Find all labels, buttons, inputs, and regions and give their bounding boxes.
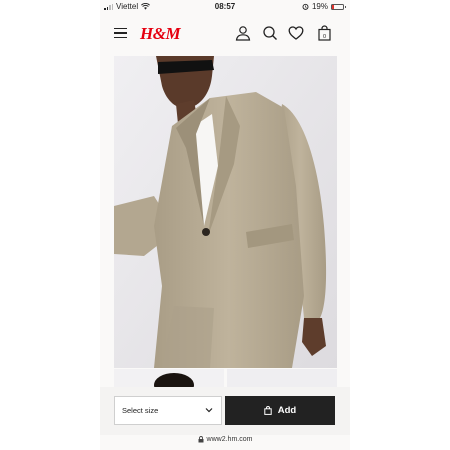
hamburger-menu-icon[interactable] — [114, 28, 127, 38]
bag-count: 0 — [323, 34, 326, 40]
thumbnail-strip — [114, 369, 337, 387]
battery-percent: 19% — [311, 2, 328, 11]
url-text: www2.hm.com — [206, 436, 253, 443]
purchase-bar: Select size Add — [100, 387, 350, 435]
hm-logo[interactable]: H&M — [140, 24, 181, 44]
status-right: 19% — [302, 2, 346, 11]
add-button-label: Add — [277, 405, 297, 416]
product-image[interactable] — [114, 56, 337, 368]
heart-icon[interactable] — [288, 25, 304, 41]
status-bar: Viettel 08:57 19% — [100, 0, 350, 14]
bag-icon[interactable]: 0 — [317, 25, 332, 41]
search-icon[interactable] — [262, 25, 278, 41]
app-header: H&M 0 — [100, 18, 350, 48]
model-hair-thumbnail[interactable] — [114, 369, 337, 387]
account-icon[interactable] — [235, 25, 251, 41]
size-select-label: Select size — [122, 406, 159, 415]
lock-icon — [198, 436, 204, 443]
chevron-down-icon — [205, 408, 213, 413]
alarm-icon — [302, 3, 309, 10]
battery-fill — [332, 4, 335, 9]
phone-screen: Viettel 08:57 19% H&M 0 Select size Add … — [100, 0, 350, 450]
add-to-bag-button[interactable]: Add — [225, 396, 335, 425]
size-select[interactable]: Select size — [114, 396, 222, 425]
browser-url-bar[interactable]: www2.hm.com — [100, 436, 350, 443]
bag-icon — [264, 406, 272, 415]
battery-icon — [331, 3, 346, 10]
blazer-model-photo — [114, 56, 337, 368]
